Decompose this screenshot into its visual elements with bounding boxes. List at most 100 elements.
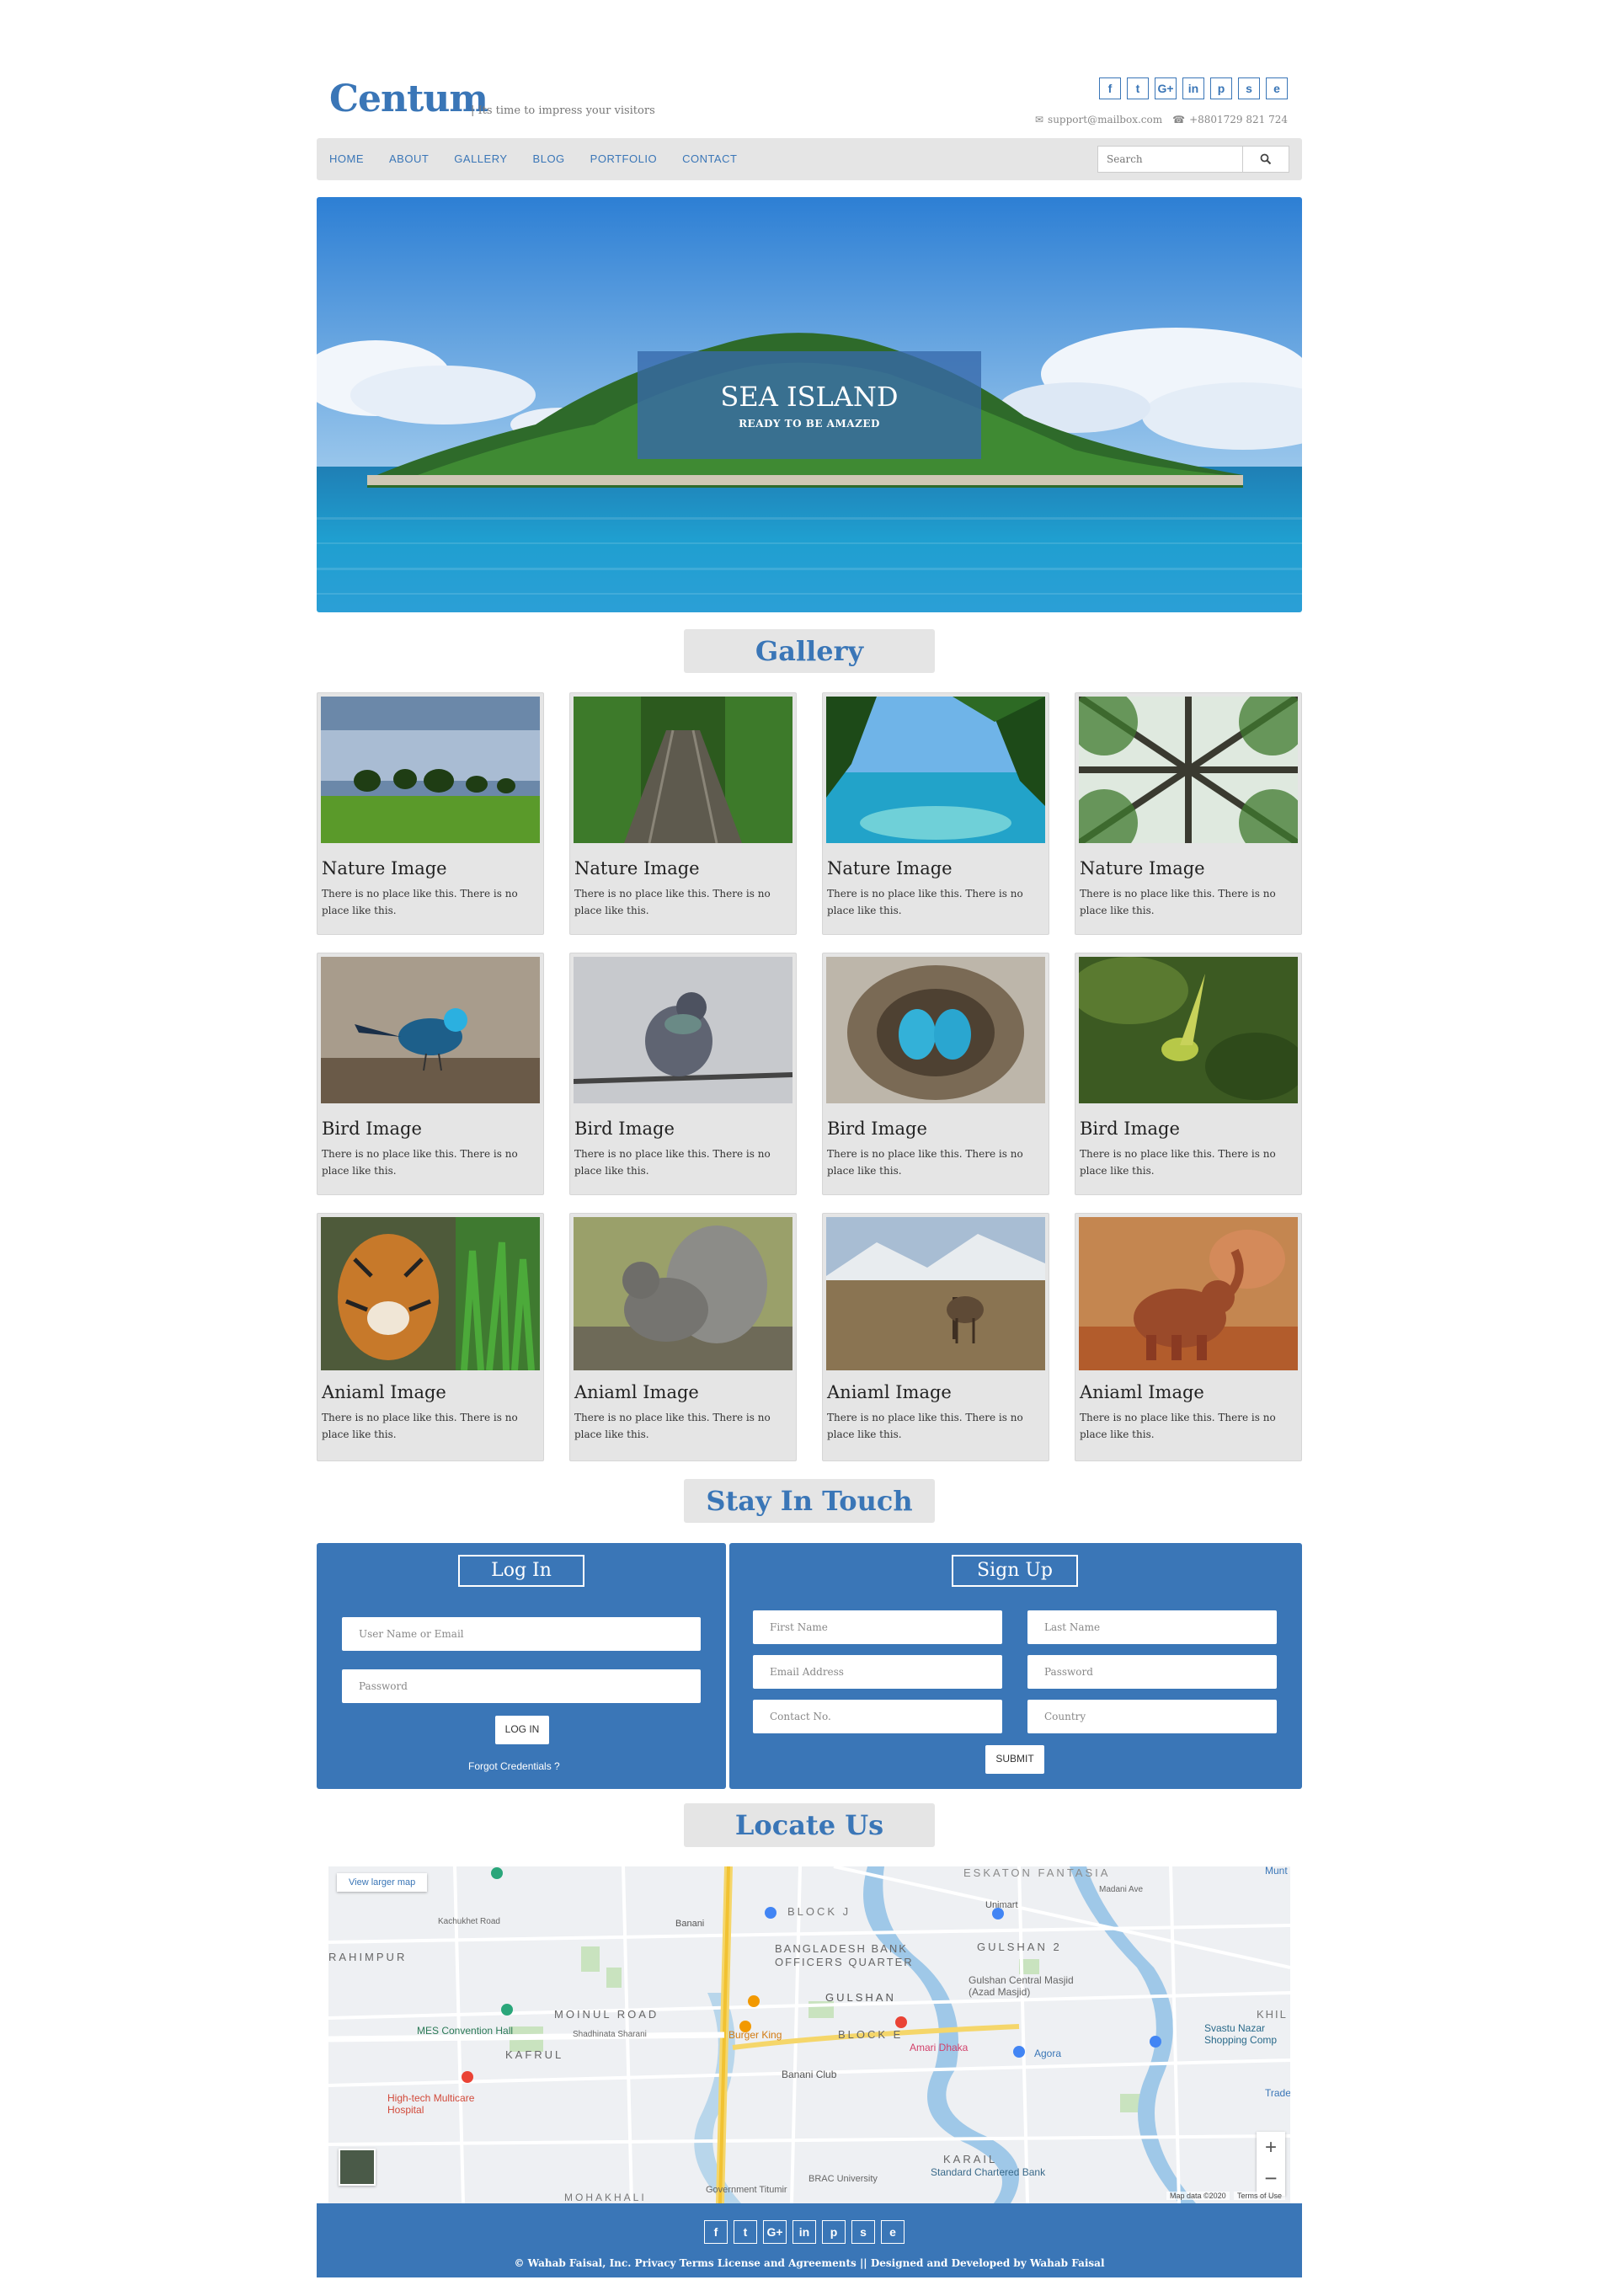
card-text: There is no place like this. There is no… <box>1080 888 1276 916</box>
login-button[interactable]: LOG IN <box>495 1716 549 1744</box>
map-label: MOHAKHALI <box>564 2192 647 2203</box>
google-plus-icon[interactable]: G+ <box>1155 77 1177 99</box>
gallery-card[interactable]: Aniaml Image There is no place like this… <box>822 1213 1049 1461</box>
map-label: BRAC University <box>808 2174 878 2184</box>
twitter-icon[interactable]: t <box>1127 77 1149 99</box>
locate-us-heading: Locate Us <box>684 1803 935 1847</box>
stumbleupon-icon[interactable]: s <box>1238 77 1260 99</box>
gallery-card[interactable]: Nature Image There is no place like this… <box>317 692 544 935</box>
linkedin-icon[interactable]: in <box>1182 77 1204 99</box>
login-panel: Log In User Name or Email Password LOG I… <box>317 1543 726 1789</box>
search-button[interactable] <box>1242 146 1289 173</box>
gallery-card[interactable]: Aniaml Image There is no place like this… <box>569 1213 797 1461</box>
gallery-card[interactable]: Bird Image There is no place like this. … <box>569 953 797 1195</box>
map-attribution: Map data ©2020 <box>1166 2192 1230 2200</box>
footer-social-links: f t G+ in p s e <box>704 2220 905 2244</box>
nature-image <box>321 697 540 843</box>
gallery-card[interactable]: Nature Image There is no place like this… <box>569 692 797 935</box>
signup-password-field[interactable]: Password <box>1027 1655 1277 1689</box>
nature-image <box>1079 697 1298 843</box>
contact-email[interactable]: support@mailbox.com <box>1048 114 1162 125</box>
map-label: BLOCK E <box>838 2028 904 2041</box>
map-label: MOINUL ROAD <box>554 2008 659 2021</box>
map-label: Burger King <box>728 2029 782 2041</box>
contact-number-field[interactable]: Contact No. <box>753 1700 1002 1733</box>
card-text: There is no place like this. There is no… <box>322 1412 518 1440</box>
expand-icon[interactable]: e <box>881 2220 905 2244</box>
animal-image <box>1079 1217 1298 1370</box>
country-field[interactable]: Country <box>1027 1700 1277 1733</box>
first-name-field[interactable]: First Name <box>753 1610 1002 1644</box>
animal-image <box>826 1217 1045 1370</box>
logo[interactable]: Centum <box>329 77 488 120</box>
map-label: BANGLADESH BANK OFFICERS QUARTER <box>775 1942 914 1968</box>
map-label: ESKATON FANTASIA <box>963 1866 1111 1879</box>
map-terms-link[interactable]: Terms of Use <box>1234 2192 1286 2200</box>
card-text: There is no place like this. There is no… <box>827 1148 1023 1177</box>
card-title: Bird Image <box>574 1119 675 1139</box>
card-text: There is no place like this. There is no… <box>574 888 771 916</box>
gallery-card[interactable]: Bird Image There is no place like this. … <box>317 953 544 1195</box>
map-label: BLOCK J <box>787 1905 851 1918</box>
card-title: Aniaml Image <box>574 1382 699 1402</box>
username-field[interactable]: User Name or Email <box>342 1617 701 1651</box>
zoom-in-button[interactable]: + <box>1257 2132 1285 2164</box>
gallery-card[interactable]: Aniaml Image There is no place like this… <box>1075 1213 1302 1461</box>
card-title: Nature Image <box>827 858 953 878</box>
view-larger-map-link[interactable]: View larger map <box>337 1873 428 1892</box>
map-label: KHIL <box>1257 2008 1288 2021</box>
animal-image <box>574 1217 792 1370</box>
search-input[interactable] <box>1097 146 1242 173</box>
gallery-card[interactable]: Nature Image There is no place like this… <box>822 692 1049 935</box>
gallery-card[interactable]: Nature Image There is no place like this… <box>1075 692 1302 935</box>
card-title: Nature Image <box>574 858 700 878</box>
linkedin-icon[interactable]: in <box>792 2220 816 2244</box>
map-label: MES Convention Hall <box>417 2025 514 2037</box>
nav-item-gallery[interactable]: GALLERY <box>454 152 507 165</box>
footer: f t G+ in p s e © Wahab Faisal, Inc. Pri… <box>317 2203 1302 2277</box>
nav-item-about[interactable]: ABOUT <box>389 152 429 165</box>
google-map[interactable]: View larger map ESKATON FANTASIA BLOCK J… <box>328 1866 1290 2203</box>
envelope-icon: ✉ <box>1034 114 1044 125</box>
google-plus-icon[interactable]: G+ <box>763 2220 787 2244</box>
facebook-icon[interactable]: f <box>704 2220 728 2244</box>
contact-info: ✉ support@mailbox.com ☎ +8801729 821 724 <box>1035 114 1288 125</box>
card-text: There is no place like this. There is no… <box>322 888 518 916</box>
gallery-card[interactable]: Aniaml Image There is no place like this… <box>317 1213 544 1461</box>
email-field[interactable]: Email Address <box>753 1655 1002 1689</box>
card-title: Bird Image <box>1080 1119 1180 1139</box>
card-text: There is no place like this. There is no… <box>1080 1412 1276 1440</box>
nav-item-home[interactable]: HOME <box>329 152 364 165</box>
card-text: There is no place like this. There is no… <box>322 1148 518 1177</box>
map-label: Government Titumir <box>706 2185 787 2195</box>
contact-phone: +8801729 821 724 <box>1189 114 1288 125</box>
navbar: HOME ABOUT GALLERY BLOG PORTFOLIO CONTAC… <box>317 138 1302 180</box>
satellite-toggle[interactable] <box>339 2149 376 2186</box>
stumbleupon-icon[interactable]: s <box>851 2220 875 2244</box>
tagline: | Its time to impress your visitors <box>471 104 655 117</box>
facebook-icon[interactable]: f <box>1099 77 1121 99</box>
card-text: There is no place like this. There is no… <box>827 888 1023 916</box>
login-title: Log In <box>458 1555 584 1587</box>
password-field[interactable]: Password <box>342 1669 701 1703</box>
nav-item-portfolio[interactable]: PORTFOLIO <box>590 152 657 165</box>
signup-panel: Sign Up First Name Last Name Email Addre… <box>729 1543 1302 1789</box>
nav-item-contact[interactable]: CONTACT <box>682 152 737 165</box>
gallery-heading: Gallery <box>684 629 935 673</box>
pinterest-icon[interactable]: p <box>1210 77 1232 99</box>
map-label: GULSHAN 2 <box>977 1941 1062 1953</box>
map-label: Shadhinata Sharani <box>573 2030 647 2039</box>
submit-button[interactable]: SUBMIT <box>985 1745 1044 1774</box>
twitter-icon[interactable]: t <box>734 2220 757 2244</box>
gallery-card[interactable]: Bird Image There is no place like this. … <box>1075 953 1302 1195</box>
expand-icon[interactable]: e <box>1266 77 1288 99</box>
gallery-card[interactable]: Bird Image There is no place like this. … <box>822 953 1049 1195</box>
last-name-field[interactable]: Last Name <box>1027 1610 1277 1644</box>
forgot-credentials-link[interactable]: Forgot Credentials ? <box>468 1760 560 1772</box>
card-title: Bird Image <box>322 1119 422 1139</box>
card-text: There is no place like this. There is no… <box>574 1148 771 1177</box>
hero-caption: SEA ISLAND READY TO BE AMAZED <box>638 351 981 459</box>
pinterest-icon[interactable]: p <box>822 2220 846 2244</box>
nav-item-blog[interactable]: BLOG <box>533 152 565 165</box>
bird-image <box>826 957 1045 1103</box>
